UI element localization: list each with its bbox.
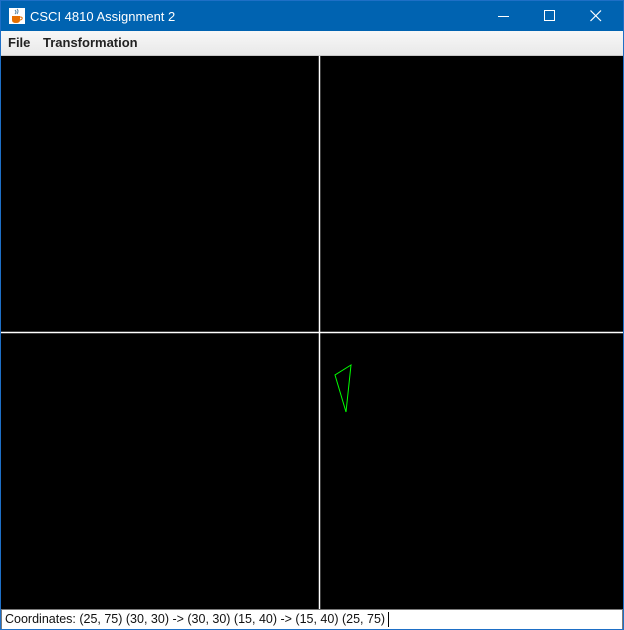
triangle-shape <box>334 364 352 413</box>
drawing-canvas[interactable] <box>1 56 623 609</box>
minimize-icon <box>498 16 509 17</box>
menu-transformation[interactable]: Transformation <box>43 35 138 51</box>
menu-bar: File Transformation <box>1 31 623 56</box>
coordinates-value: Coordinates: (25, 75) (30, 30) -> (30, 3… <box>5 612 386 626</box>
window-title: CSCI 4810 Assignment 2 <box>30 9 176 24</box>
coordinates-text: Coordinates: (25, 75) (30, 30) -> (30, 3… <box>5 612 390 627</box>
text-caret <box>388 612 390 627</box>
java-cup-icon[interactable] <box>9 8 25 24</box>
coordinates-field[interactable]: Coordinates: (25, 75) (30, 30) -> (30, 3… <box>1 609 623 629</box>
minimize-button[interactable] <box>481 1 527 31</box>
menu-file[interactable]: File <box>8 35 30 51</box>
close-button[interactable] <box>573 1 619 31</box>
maximize-button[interactable] <box>527 1 573 31</box>
title-bar[interactable]: CSCI 4810 Assignment 2 <box>1 1 623 31</box>
close-icon <box>590 10 602 22</box>
maximize-icon <box>544 10 555 21</box>
app-window: CSCI 4810 Assignment 2 File Transformati… <box>0 0 624 630</box>
